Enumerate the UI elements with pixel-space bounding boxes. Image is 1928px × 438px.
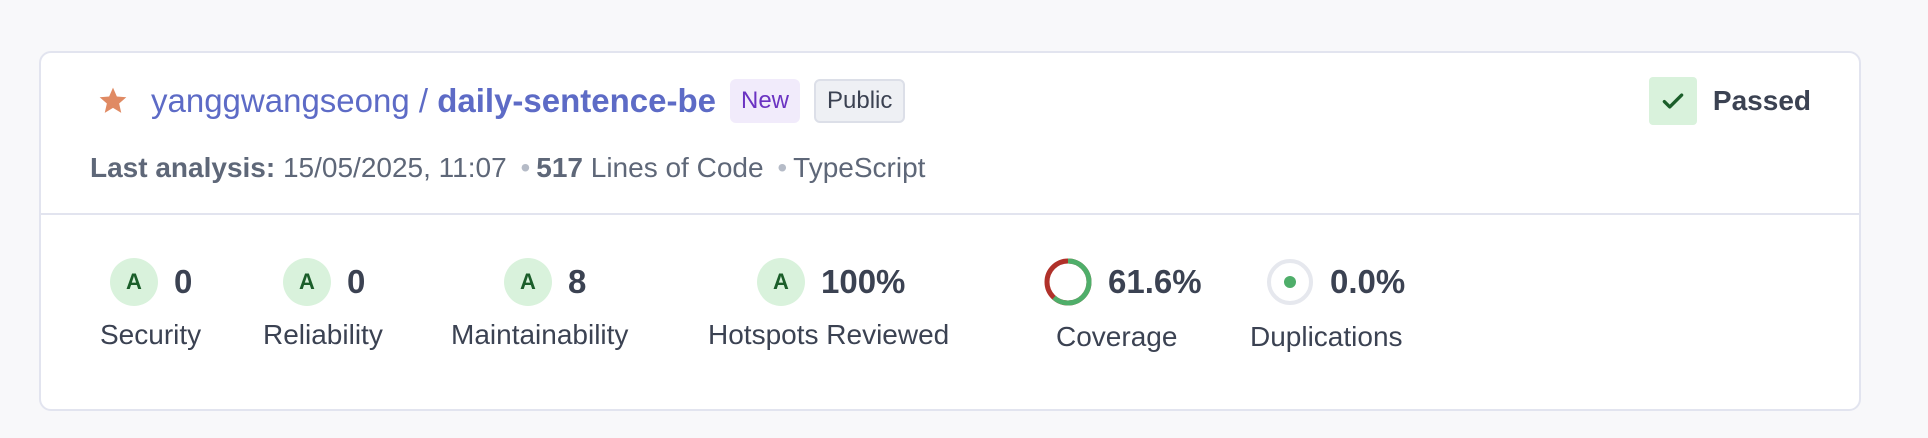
project-card-header: yanggwangseong / daily-sentence-be New P…	[41, 53, 1859, 215]
meta-separator: •	[520, 152, 531, 183]
metric-hotspots-reviewed: A 100% Hotspots Reviewed	[708, 257, 949, 350]
maintainability-rating[interactable]: A	[504, 258, 552, 306]
maintainability-label[interactable]: Maintainability	[451, 319, 628, 351]
metric-reliability: A 0 Reliability	[263, 257, 383, 350]
lines-of-code-label: Lines of Code	[590, 152, 764, 183]
project-title-row: yanggwangseong / daily-sentence-be New P…	[95, 79, 906, 123]
coverage-value[interactable]: 61.6%	[1108, 263, 1202, 301]
check-icon	[1648, 77, 1697, 125]
duplications-dot	[1284, 276, 1296, 288]
project-card: yanggwangseong / daily-sentence-be New P…	[39, 51, 1861, 411]
coverage-donut-icon	[1044, 258, 1092, 306]
project-name[interactable]: daily-sentence-be	[437, 82, 716, 119]
quality-gate-status-text: Passed	[1712, 85, 1811, 116]
security-label[interactable]: Security	[100, 319, 201, 351]
security-value[interactable]: 0	[174, 263, 192, 301]
reliability-label[interactable]: Reliability	[263, 319, 383, 351]
hotspots-rating[interactable]: A	[757, 258, 805, 306]
public-badge: Public	[814, 79, 906, 123]
coverage-label[interactable]: Coverage	[1056, 321, 1177, 353]
reliability-rating[interactable]: A	[283, 258, 331, 306]
project-title-link[interactable]: yanggwangseong / daily-sentence-be	[151, 82, 716, 120]
metric-maintainability: A 8 Maintainability	[451, 257, 628, 350]
maintainability-value[interactable]: 8	[568, 263, 586, 301]
last-analysis-label: Last analysis:	[90, 152, 276, 183]
hotspots-label[interactable]: Hotspots Reviewed	[708, 319, 949, 351]
duplications-value[interactable]: 0.0%	[1330, 263, 1405, 301]
metric-security: A 0 Security	[100, 257, 201, 350]
lines-of-code-value: 517	[536, 152, 583, 183]
meta-separator: •	[777, 152, 788, 183]
project-owner[interactable]: yanggwangseong	[151, 82, 410, 119]
hotspots-value[interactable]: 100%	[821, 263, 905, 301]
title-separator: /	[409, 82, 438, 119]
duplications-label[interactable]: Duplications	[1250, 321, 1403, 353]
reliability-value[interactable]: 0	[347, 263, 365, 301]
duplications-indicator-icon	[1267, 259, 1313, 305]
project-language: TypeScript	[793, 152, 926, 183]
last-analysis-date: 15/05/2025, 11:07	[282, 152, 507, 183]
metric-coverage: 61.6% Coverage	[1042, 257, 1202, 352]
quality-gate-status: Passed	[1648, 77, 1811, 125]
star-icon[interactable]	[95, 83, 131, 119]
project-meta: Last analysis: 15/05/2025, 11:07 • 517 Li…	[90, 152, 925, 184]
security-rating[interactable]: A	[110, 258, 158, 306]
new-badge: New	[730, 79, 801, 123]
metric-duplications: 0.0% Duplications	[1250, 257, 1405, 352]
